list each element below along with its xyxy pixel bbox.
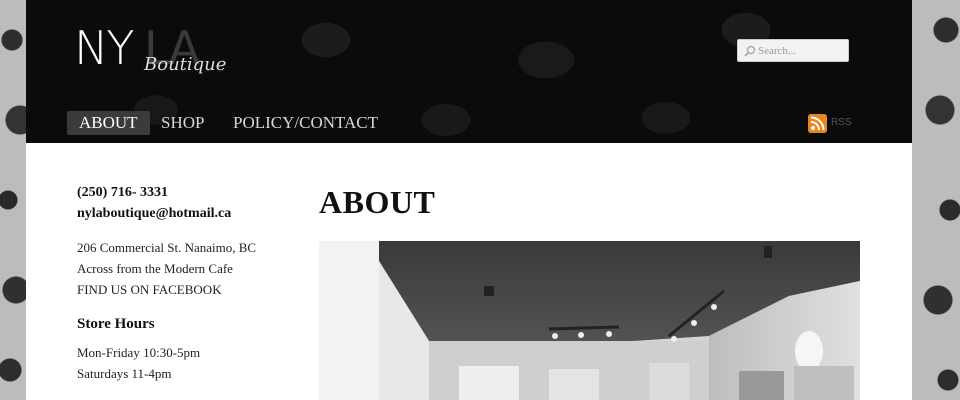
rss-label: RSS: [831, 117, 852, 128]
search-box: [737, 39, 849, 62]
contact-phone: (250) 716- 3331: [77, 185, 168, 200]
nav-item-about[interactable]: ABOUT: [67, 111, 150, 135]
hours-line: Saturdays 11-4pm: [77, 366, 172, 381]
page-title: ABOUT: [319, 184, 436, 220]
rss-icon: [808, 114, 827, 133]
address-line: 206 Commercial St. Nanaimo, BC: [77, 240, 257, 255]
hours-line: Mon-Friday 10:30-5pm: [77, 345, 201, 360]
sidebar: (250) 716- 3331 nylaboutique@hotmail.ca …: [77, 182, 287, 384]
contact-email[interactable]: nylaboutique@hotmail.ca: [77, 203, 287, 224]
site-logo[interactable]: LA NY Boutique: [74, 20, 234, 100]
address-line: Across from the Modern Cafe: [77, 261, 233, 276]
page-frame: LA NY Boutique ABOUT SHOP POLICY/CONTACT…: [26, 0, 912, 400]
nav-item-policy-contact[interactable]: POLICY/CONTACT: [233, 111, 378, 135]
address-block: 206 Commercial St. Nanaimo, BC Across fr…: [77, 237, 287, 300]
site-header: LA NY Boutique ABOUT SHOP POLICY/CONTACT…: [26, 0, 912, 143]
logo-main-text: NY: [74, 21, 134, 75]
logo-script-text: Boutique: [144, 54, 227, 75]
store-interior-image: [319, 241, 860, 400]
search-icon: [744, 45, 756, 57]
facebook-link[interactable]: FIND US ON FACEBOOK: [77, 279, 287, 300]
search-input[interactable]: [758, 42, 846, 59]
store-hours-list: Mon-Friday 10:30-5pm Saturdays 11-4pm: [77, 342, 287, 384]
store-hours-heading: Store Hours: [77, 316, 155, 332]
store-interior-photo: [319, 241, 860, 400]
nav-item-shop[interactable]: SHOP: [161, 111, 204, 135]
